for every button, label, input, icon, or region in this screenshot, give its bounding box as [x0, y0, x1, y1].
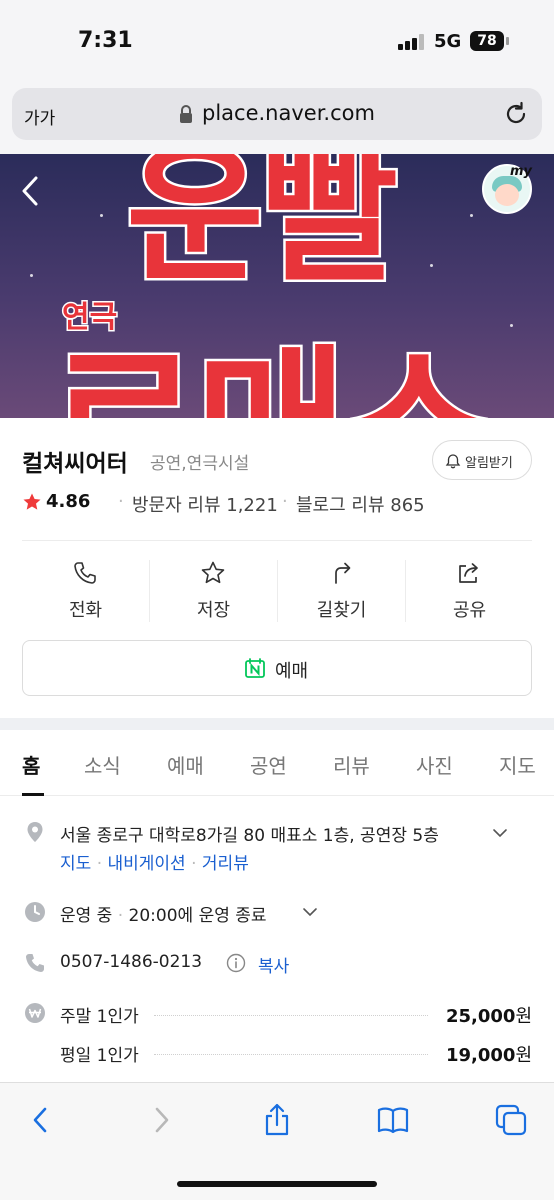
network-type: 5G: [434, 31, 462, 52]
map-link[interactable]: 지도: [60, 854, 91, 874]
booking-label: 예매: [275, 661, 309, 682]
separator-dot: ·: [118, 491, 124, 512]
call-button[interactable]: 전화: [22, 556, 149, 626]
save-button[interactable]: 저장: [150, 556, 277, 626]
battery-icon: 78: [470, 31, 504, 51]
hero-poster[interactable]: 운빨 로매스 연극 my: [0, 154, 554, 418]
directions-label: 길찾기: [316, 600, 367, 621]
tabs-icon[interactable]: [494, 1103, 528, 1137]
my-label: my: [510, 164, 533, 179]
price-value: 25,000원: [445, 1006, 532, 1027]
tab-home[interactable]: 홈: [22, 750, 40, 779]
sparkle: [510, 324, 513, 327]
tab-map[interactable]: 지도: [499, 750, 536, 779]
price-row: 주말 1인가 25,000원: [60, 1002, 532, 1027]
place-name: 컬쳐씨어터: [22, 451, 128, 477]
bookmarks-icon[interactable]: [376, 1103, 410, 1137]
price-label: 평일 1인가: [60, 1046, 139, 1066]
sparkle: [430, 264, 433, 267]
copy-button[interactable]: 복사: [258, 952, 289, 977]
poster-title-small: 연극: [60, 299, 118, 337]
sparkle: [100, 214, 103, 217]
forward-icon[interactable]: [144, 1103, 178, 1137]
phone-icon: [74, 562, 96, 584]
visitor-review-link[interactable]: 방문자 리뷰 1,221: [132, 491, 278, 517]
blog-review-link[interactable]: 블로그 리뷰 865: [296, 491, 425, 517]
address-links: 지도 · 내비게이션 · 거리뷰: [60, 849, 249, 874]
bell-icon: [445, 454, 461, 469]
back-arrow-icon[interactable]: [18, 174, 44, 208]
chevron-down-icon[interactable]: [302, 906, 318, 918]
signal-icon: [398, 34, 426, 50]
street-view-link[interactable]: 거리뷰: [202, 854, 249, 874]
action-buttons: 전화 저장 길찾기 공유: [22, 556, 532, 626]
notification-button[interactable]: 알림받기: [432, 440, 532, 480]
poster-title-top: 운빨: [123, 154, 400, 306]
active-tab-indicator: [22, 793, 44, 796]
naver-booking-icon: [245, 658, 265, 678]
tab-bar: 홈 소식 예매 공연 리뷰 사진 지도: [0, 730, 554, 796]
share-label: 공유: [452, 600, 487, 621]
info-icon[interactable]: [226, 953, 246, 973]
chevron-down-icon[interactable]: [492, 827, 508, 839]
home-indicator: [177, 1181, 377, 1187]
separator-dot: ·: [282, 491, 288, 512]
section-gap: [0, 718, 554, 730]
phone-number[interactable]: 0507-1486-0213: [60, 952, 202, 972]
lock-icon: [180, 105, 192, 123]
sparkle: [30, 274, 33, 277]
dotted-leader: [154, 1054, 428, 1055]
star-icon: [201, 561, 225, 584]
avatar-face: [495, 184, 519, 206]
clock-icon: [25, 902, 45, 922]
status-bar: 7:31 5G 78: [0, 0, 554, 84]
open-status: 운영 중: [60, 906, 113, 926]
phone-icon: [26, 954, 44, 972]
text-size-button[interactable]: 가가: [24, 104, 55, 129]
rating-star-icon: [23, 493, 41, 510]
notification-label: 알림받기: [465, 456, 513, 471]
address-text[interactable]: 서울 종로구 대학로8가길 80 매표소 1층, 공연장 5층: [60, 821, 439, 846]
my-profile-button[interactable]: my: [482, 164, 532, 214]
rating-score: 4.86: [46, 491, 91, 512]
url-text[interactable]: place.naver.com: [202, 101, 375, 125]
share-icon[interactable]: [260, 1103, 294, 1137]
battery-cap: [506, 37, 509, 45]
sparkle: [470, 214, 473, 217]
tab-news[interactable]: 소식: [84, 750, 121, 779]
tab-performance[interactable]: 공연: [250, 750, 287, 779]
back-icon[interactable]: [24, 1103, 58, 1137]
location-pin-icon: [27, 822, 43, 842]
price-label: 주말 1인가: [60, 1007, 139, 1027]
separator-dot: ·: [96, 854, 108, 874]
price-row: 평일 1인가 19,000원: [60, 1041, 532, 1066]
tab-photos[interactable]: 사진: [416, 750, 453, 779]
price-value: 19,000원: [445, 1045, 532, 1066]
dotted-leader: [154, 1015, 428, 1016]
separator-dot: ·: [117, 906, 129, 926]
place-category: 공연,연극시설: [150, 454, 250, 474]
separator-dot: ·: [191, 854, 202, 874]
tab-booking[interactable]: 예매: [167, 750, 204, 779]
call-label: 전화: [68, 600, 103, 621]
directions-icon: [335, 562, 351, 584]
won-icon: [25, 1003, 45, 1023]
save-label: 저장: [196, 600, 231, 621]
address-bar[interactable]: 가가 place.naver.com: [12, 88, 542, 140]
browser-address-area: 가가 place.naver.com: [0, 84, 554, 154]
tab-reviews[interactable]: 리뷰: [333, 750, 370, 779]
clock: 7:31: [78, 28, 133, 53]
hours-row[interactable]: 운영 중 · 20:00에 운영 종료: [60, 901, 267, 926]
share-button[interactable]: 공유: [406, 556, 533, 626]
closing-time: 20:00에 운영 종료: [128, 906, 267, 926]
booking-button[interactable]: 예매: [22, 640, 532, 696]
reload-icon[interactable]: [503, 101, 529, 127]
navigation-link[interactable]: 내비게이션: [108, 854, 186, 874]
divider: [22, 540, 532, 541]
directions-button[interactable]: 길찾기: [278, 556, 405, 626]
share-icon: [459, 563, 478, 583]
